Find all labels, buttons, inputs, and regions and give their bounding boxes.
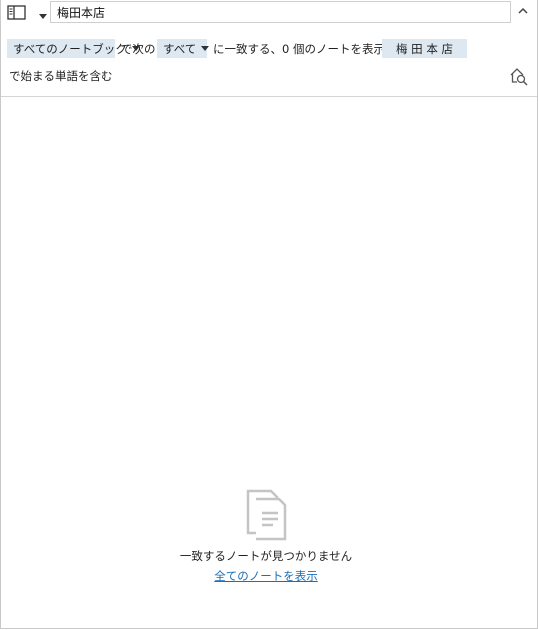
view-options-button[interactable]: [7, 4, 47, 22]
empty-state-message: 一致するノートが見つかりません: [179, 549, 353, 563]
chevron-up-icon[interactable]: [517, 6, 529, 16]
notebook-scope-label: すべてのノートブック: [13, 41, 127, 56]
search-term-chip[interactable]: 梅 田 本 店: [382, 39, 467, 58]
search-filter-bar: すべてのノートブック で次の すべて に一致する、0 個のノートを表示中: 梅 …: [1, 32, 537, 97]
chevron-down-icon: [39, 14, 47, 19]
home-search-icon[interactable]: [509, 66, 529, 86]
notebook-scope-dropdown[interactable]: すべてのノートブック: [7, 39, 140, 58]
note-list-panel: すべてのノートブック で次の すべて に一致する、0 個のノートを表示中: 梅 …: [0, 0, 538, 629]
match-mode-label: すべて: [163, 41, 197, 56]
search-toolbar: [1, 0, 537, 28]
sidebar-panel-icon: [7, 5, 26, 20]
chevron-down-icon: [201, 46, 210, 51]
search-input[interactable]: [57, 4, 477, 20]
filter-text-de-tsugi: で次の: [121, 42, 156, 56]
search-term-label: 梅 田 本 店: [396, 41, 453, 56]
condition-text: で始まる単語を含む: [9, 69, 113, 83]
match-mode-dropdown[interactable]: すべて: [157, 39, 210, 58]
show-all-notes-container: 全てのノートを表示: [1, 568, 531, 584]
search-box: [50, 1, 511, 23]
match-count-text: に一致する、0 個のノートを表示中:: [213, 42, 401, 56]
notes-icon: [246, 489, 287, 541]
show-all-notes-link[interactable]: 全てのノートを表示: [214, 569, 318, 583]
